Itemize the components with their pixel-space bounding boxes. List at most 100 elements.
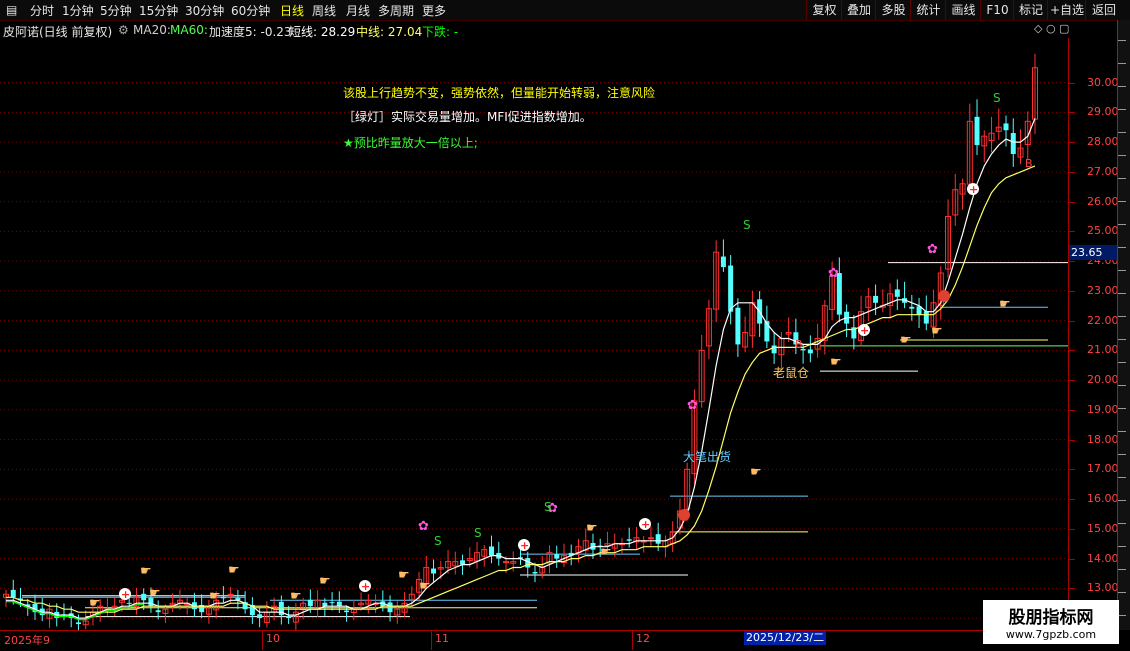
price-tick-label: 28.00 — [1087, 135, 1119, 149]
candle-body — [336, 601, 342, 607]
toolbar-button[interactable]: F10 — [980, 0, 1014, 20]
side-strip-tick — [1118, 316, 1126, 317]
price-tick-label: 27.00 — [1087, 164, 1119, 178]
price-tick — [1069, 82, 1075, 84]
candle-body — [728, 265, 734, 312]
price-tick-label: 13.00 — [1087, 581, 1119, 595]
period-tab[interactable]: 30分钟 — [185, 2, 224, 19]
flower-icon: ✿ — [418, 519, 429, 534]
price-tick — [1069, 588, 1075, 590]
watermark-name: 股朋指标网 — [1008, 608, 1094, 628]
date-separator — [431, 631, 432, 650]
side-strip-tick — [1118, 408, 1126, 409]
hand-pointer-icon: ☛ — [209, 589, 221, 604]
toolbar-button[interactable]: 标记 — [1013, 0, 1048, 20]
side-strip-tick — [1118, 132, 1126, 133]
date-label: 10 — [266, 632, 280, 645]
warning-circle-icon — [678, 509, 690, 521]
side-panel-strip[interactable] — [1117, 20, 1130, 630]
candle-body — [720, 256, 726, 268]
toolbar-button[interactable]: 叠加 — [841, 0, 876, 20]
candle-body — [460, 560, 466, 565]
candle-body — [771, 345, 777, 354]
toolbar-button[interactable]: 统计 — [910, 0, 946, 20]
chart-grid-icon[interactable]: ▤ — [6, 3, 17, 17]
price-tick — [1069, 350, 1075, 352]
advice-text-3: ★预比昨量放大一倍以上; — [343, 136, 478, 150]
kline-chart-area[interactable]: ✿ ✿ ✿ ✿ ✿ + + + + + + ☛ ☛ ☛ ☛ ☛ ☛ ☛ ☛ ☛ ☛ ☛ ☛ ☛ ☛ ☛ ☛ 该股上行趋势不变，强势依… — [0, 38, 1069, 633]
side-strip-tick — [1118, 500, 1126, 501]
hand-pointer-icon: ☛ — [228, 563, 240, 578]
period-tab[interactable]: 多周期 — [378, 2, 414, 19]
candle-body — [1003, 123, 1009, 131]
price-tick-label: 30.00 — [1087, 75, 1119, 89]
selected-date-badge: 2025/12/23/二 — [744, 631, 827, 645]
toolbar-button[interactable]: 画线 — [945, 0, 981, 20]
plus-circle-icon: + — [520, 539, 529, 552]
period-tab[interactable]: 5分钟 — [100, 2, 132, 19]
price-tick-label: 29.00 — [1087, 105, 1119, 119]
period-tab[interactable]: 日线 — [280, 2, 304, 19]
plus-circle-icon: + — [641, 518, 650, 531]
hand-pointer-icon: ☛ — [586, 521, 598, 536]
price-tick-label: 20.00 — [1087, 373, 1119, 387]
price-tick-label: 22.00 — [1087, 313, 1119, 327]
period-tab[interactable]: 60分钟 — [231, 2, 270, 19]
side-strip-tick — [1118, 592, 1126, 593]
price-tick — [1069, 290, 1075, 292]
buy-signal-b: B — [1025, 157, 1033, 170]
side-strip-tick — [1118, 362, 1126, 363]
warning-circle-icon — [938, 290, 950, 302]
sell-signal-s: S — [474, 526, 482, 540]
hand-pointer-icon: ☛ — [319, 574, 331, 589]
period-tab[interactable]: 周线 — [312, 2, 336, 19]
sell-signal-s: S — [544, 500, 552, 514]
candle-body — [626, 539, 632, 541]
price-tick — [1069, 201, 1075, 203]
candle-body — [554, 554, 560, 559]
side-strip-tick — [1118, 477, 1126, 478]
period-tab[interactable]: 月线 — [346, 2, 370, 19]
price-tick — [1069, 558, 1075, 560]
period-tab[interactable]: 1分钟 — [62, 2, 94, 19]
candle-body — [807, 349, 813, 354]
plus-circle-icon: + — [361, 580, 370, 593]
toolbar-button[interactable]: 复权 — [806, 0, 842, 20]
settings-icon[interactable]: ⚙ — [118, 23, 129, 37]
toolbar-button[interactable]: 多股 — [875, 0, 911, 20]
candle-body — [329, 602, 335, 604]
hand-pointer-icon: ☛ — [89, 596, 101, 611]
buy-signal-b: B — [795, 338, 803, 351]
price-tick — [1069, 439, 1075, 441]
candle-body — [532, 571, 538, 574]
price-tick — [1069, 409, 1075, 411]
plus-circle-icon: + — [860, 324, 869, 337]
date-label: 2025年9 — [4, 634, 50, 647]
candle-body — [286, 616, 292, 619]
candle-body — [909, 306, 915, 309]
candle-body — [431, 568, 437, 574]
toolbar-button[interactable]: 返回 — [1085, 0, 1122, 20]
date-separator — [632, 631, 633, 650]
side-strip-tick — [1118, 385, 1126, 386]
price-tick-label: 25.00 — [1087, 224, 1119, 238]
kline-chart[interactable]: ✿✿✿✿✿++++++☛☛ ☛ ☛☛☛☛☛☛☛☛☛☛☛☛ ☛ — [0, 38, 1068, 633]
side-strip-tick — [1118, 431, 1126, 432]
toolbar-button[interactable]: +自选 — [1047, 0, 1086, 20]
side-strip-tick — [1118, 339, 1126, 340]
period-tab[interactable]: 更多 — [422, 2, 446, 19]
period-tab[interactable]: 分时 — [30, 2, 54, 19]
price-tick-label: 19.00 — [1087, 402, 1119, 416]
candle-body — [894, 289, 900, 297]
price-tick — [1069, 499, 1075, 501]
side-strip-tick — [1118, 201, 1126, 202]
side-strip-tick — [1118, 63, 1126, 64]
date-label: 11 — [435, 632, 449, 645]
period-tab[interactable]: 15分钟 — [139, 2, 178, 19]
candle-body — [307, 599, 313, 607]
window-controls[interactable]: ◇ ○ ▢ — [1034, 22, 1069, 35]
rat-position-label: 老鼠仓 — [773, 366, 810, 380]
hand-pointer-icon: ☛ — [398, 568, 410, 583]
price-tick — [1069, 261, 1075, 263]
candle-body — [227, 593, 234, 596]
